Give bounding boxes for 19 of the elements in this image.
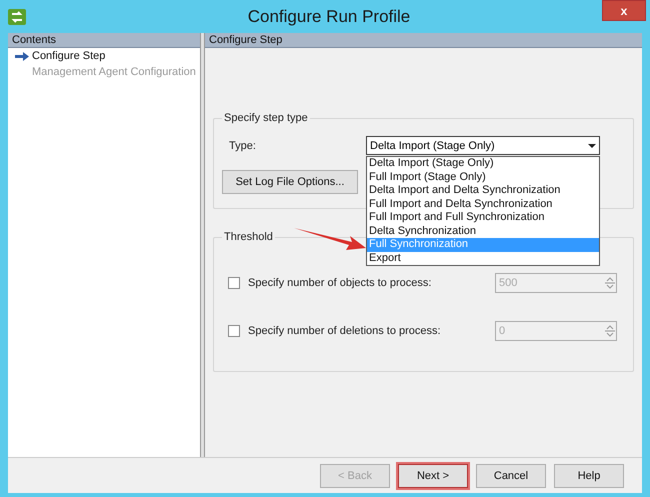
- sidebar-item[interactable]: Configure Step: [32, 50, 106, 62]
- pane-header: Configure Step: [205, 33, 642, 48]
- type-dropdown[interactable]: Delta Import (Stage Only): [366, 136, 600, 155]
- sidebar-header: Contents: [8, 33, 200, 48]
- checkbox-label: Specify number of objects to process:: [248, 277, 432, 289]
- dropdown-option[interactable]: Export: [367, 252, 599, 265]
- log-options-button[interactable]: Set Log File Options...: [222, 170, 358, 194]
- app-icon: [8, 8, 26, 24]
- spin-arrows-icon: [604, 323, 616, 339]
- group-legend: Threshold: [222, 231, 275, 243]
- spin-arrows-icon: [604, 275, 616, 291]
- dialog-button[interactable]: Next >: [398, 464, 468, 488]
- dialog-button[interactable]: Help: [554, 464, 624, 488]
- dialog-button[interactable]: Cancel: [476, 464, 546, 488]
- close-button[interactable]: x: [602, 0, 646, 21]
- group-legend: Specify step type: [222, 112, 310, 124]
- type-label: Type:: [228, 140, 257, 152]
- window-title: Configure Run Profile: [246, 6, 412, 26]
- checkbox-label: Specify number of deletions to process:: [248, 325, 442, 337]
